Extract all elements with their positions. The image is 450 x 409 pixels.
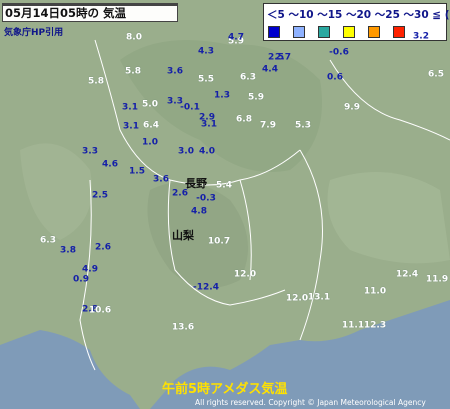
temperature-reading: 4.0: [199, 146, 215, 157]
temperature-reading: 12.0: [233, 269, 257, 280]
temperature-reading: 4.3: [198, 46, 214, 57]
temperature-reading: 6.3: [240, 72, 256, 83]
legend-scale-label: ＜5 ～10 ～15 ～20 ～25 ～30 ≦ (℃): [267, 9, 450, 21]
temperature-reading: 1.0: [142, 137, 158, 148]
temperature-reading: 1.5: [129, 166, 145, 177]
temperature-reading: 12.4: [395, 269, 419, 280]
temperature-reading: 12.3: [363, 320, 387, 331]
copyright-notice: All rights reserved. Copyright © Japan M…: [195, 398, 426, 407]
temperature-reading: 10.6: [88, 305, 112, 316]
temperature-reading: 4.9: [82, 264, 98, 275]
temperature-reading: 2.6: [172, 188, 188, 199]
temperature-reading: 0.6: [327, 72, 343, 83]
temperature-reading: 6.3: [40, 235, 56, 246]
temperature-reading: 3.2: [413, 31, 429, 42]
city-label-yamanashi: 山梨: [172, 229, 194, 242]
legend-swatch-above-30: [393, 26, 405, 38]
temperature-reading: -0.3: [196, 193, 216, 204]
temperature-reading: 11.9: [425, 274, 449, 285]
temperature-reading: 5.5: [198, 74, 214, 85]
temperature-reading: 5.3: [295, 120, 311, 131]
temperature-reading: 6.8: [236, 114, 252, 125]
temperature-reading: 8.0: [126, 32, 142, 43]
temperature-reading: 4.8: [191, 206, 207, 217]
temperature-reading: 6.4: [143, 120, 159, 131]
terrain-map: [0, 0, 450, 409]
temperature-reading: 2.7: [275, 52, 291, 63]
temperature-reading: 7.9: [260, 120, 276, 131]
temperature-reading: 2.6: [95, 242, 111, 253]
temperature-reading: 5.8: [125, 66, 141, 77]
temperature-reading: 10.7: [207, 236, 231, 247]
legend-swatch-15-20: [343, 26, 355, 38]
temperature-reading: 6.5: [428, 69, 444, 80]
temperature-reading: 5.8: [88, 76, 104, 87]
temperature-reading: 3.0: [178, 146, 194, 157]
temperature-reading: -0.1: [180, 102, 200, 113]
temperature-reading: 5.9: [248, 92, 264, 103]
temperature-reading: 4.7: [228, 32, 244, 43]
temperature-reading: 5.4: [216, 180, 232, 191]
legend-swatch-below-5: [268, 26, 280, 38]
city-label-nagano: 長野: [185, 177, 207, 190]
map-caption: 午前5時アメダス気温: [162, 382, 288, 397]
legend-swatch-10-15: [318, 26, 330, 38]
map-title: 05月14日05時の 気温: [2, 3, 178, 22]
temperature-reading: 2.5: [92, 190, 108, 201]
temperature-reading: 3.8: [60, 245, 76, 256]
temperature-reading: 11.0: [363, 286, 387, 297]
temperature-reading: 12.0: [285, 293, 309, 304]
temperature-reading: 3.1: [122, 102, 138, 113]
temperature-reading: 9.9: [344, 102, 360, 113]
temperature-reading: 11.1: [341, 320, 365, 331]
temperature-reading: 4.4: [262, 64, 278, 75]
temperature-reading: 5.0: [142, 99, 158, 110]
legend-swatches: [268, 26, 405, 38]
temperature-reading: 4.6: [102, 159, 118, 170]
temperature-reading: 13.6: [171, 322, 195, 333]
temperature-reading: 3.3: [82, 146, 98, 157]
legend-swatch-20-25: [368, 26, 380, 38]
source-credit: 気象庁HP引用: [4, 28, 64, 38]
temperature-reading: 13.1: [307, 292, 331, 303]
temperature-reading: 1.3: [214, 90, 230, 101]
temperature-reading: 0.9: [73, 274, 89, 285]
temperature-reading: -0.6: [329, 47, 349, 58]
temperature-reading: 3.1: [123, 121, 139, 132]
amedas-temperature-map: 05月14日05時の 気温 気象庁HP引用 ＜5 ～10 ～15 ～20 ～25…: [0, 0, 450, 409]
temperature-reading: 3.6: [153, 174, 169, 185]
temperature-reading: -12.4: [193, 282, 219, 293]
temperature-reading: 3.6: [167, 66, 183, 77]
temperature-reading: 3.1: [201, 119, 217, 130]
legend-swatch-5-10: [293, 26, 305, 38]
